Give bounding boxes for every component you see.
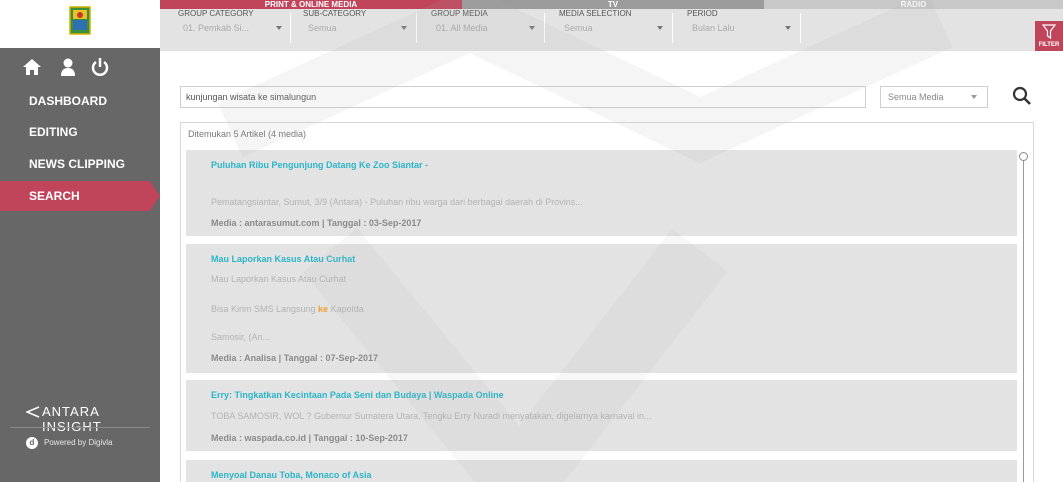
media-select-value: Semua Media (888, 92, 944, 102)
app-root: DASHBOARD EDITING NEWS CLIPPING SEARCH A… (0, 0, 1063, 482)
snippet-text: Bisa Kirim SMS Langsung (211, 304, 319, 314)
brand-text: ANTARA INSIGHT (42, 404, 102, 434)
sub-category-select[interactable]: Semua (303, 19, 415, 37)
filter-label: SUB-CATEGORY (303, 9, 367, 18)
highlighted-keyword: ke (318, 304, 329, 314)
sidebar-item-dashboard[interactable]: DASHBOARD (0, 86, 160, 116)
antara-logo-icon (26, 406, 40, 418)
result-card: Puluhan Ribu Pengunjung Datang Ke Zoo Si… (186, 150, 1017, 236)
home-icon[interactable] (21, 56, 43, 78)
filter-label: PERIOD (687, 9, 718, 18)
tab-print-online-media[interactable]: PRINT & ONLINE MEDIA (160, 0, 462, 9)
result-title[interactable]: Menyoal Danau Toba, Monaco of Asia (211, 470, 372, 480)
select-value: Semua (308, 23, 337, 33)
filter-button[interactable]: FILTER (1035, 21, 1063, 51)
filter-label: GROUP CATEGORY (178, 9, 254, 18)
scrollbar-handle[interactable] (1019, 152, 1028, 161)
select-value: 01. Pemkab Si... (183, 23, 250, 33)
result-card: Erry: Tingkatkan Kecintaan Pada Seni dan… (186, 380, 1017, 451)
tab-tv[interactable]: TV (462, 0, 764, 9)
power-icon[interactable] (89, 56, 111, 78)
filter-label: GROUP MEDIA (431, 9, 488, 18)
filter-group-category: GROUP CATEGORY 01. Pemkab Si... (174, 9, 294, 51)
result-meta: Media : waspada.co.id | Tanggal : 10-Sep… (211, 433, 408, 443)
filter-sub-category: SUB-CATEGORY Semua (299, 9, 419, 51)
powered-by: d Powered by Digivla (26, 436, 156, 450)
sidebar-icon-row (0, 56, 160, 80)
sidebar-item-editing[interactable]: EDITING (0, 117, 160, 147)
period-select[interactable]: Bulan Lalu (687, 19, 799, 37)
select-value: Semua (564, 23, 593, 33)
result-meta: Media : antarasumut.com | Tanggal : 03-S… (211, 218, 422, 228)
filter-divider (290, 13, 291, 43)
result-snippet: TOBA SAMOSIR, WOL ? Gubernur Sumatera Ut… (211, 411, 652, 421)
result-title[interactable]: Erry: Tingkatkan Kecintaan Pada Seni dan… (211, 390, 504, 400)
group-category-select[interactable]: 01. Pemkab Si... (178, 19, 290, 37)
tab-radio[interactable]: RADIO (764, 0, 1063, 9)
group-media-select[interactable]: 01. All Media (431, 19, 543, 37)
result-card: Menyoal Danau Toba, Monaco of Asia (186, 460, 1017, 482)
result-title[interactable]: Mau Laporkan Kasus Atau Curhat (211, 254, 355, 264)
result-snippet-line: Bisa Kirim SMS Langsung ke Kapolda (211, 304, 364, 314)
result-snippet: Pematangsiantar, Sumut, 3/9 (Antara) - P… (211, 197, 583, 207)
chevron-down-icon (401, 26, 407, 30)
search-input[interactable] (180, 86, 866, 108)
media-selection-select[interactable]: Semua (559, 19, 671, 37)
sidebar-item-news-clipping[interactable]: NEWS CLIPPING (0, 149, 160, 179)
logo-area (0, 0, 160, 48)
results-count: Ditemukan 5 Artikel (4 media) (188, 129, 307, 139)
chevron-down-icon (971, 95, 977, 99)
filter-divider (800, 13, 801, 43)
chevron-down-icon (785, 26, 791, 30)
filter-label: MEDIA SELECTION (559, 9, 632, 18)
result-title[interactable]: Puluhan Ribu Pengunjung Datang Ke Zoo Si… (211, 160, 428, 170)
regency-logo-icon (69, 6, 91, 35)
media-type-select[interactable]: Semua Media (880, 86, 988, 108)
result-snippet-line: Samosir, (An... (211, 332, 271, 342)
scrollbar-track[interactable] (1023, 157, 1024, 482)
results-panel: Ditemukan 5 Artikel (4 media) Puluhan Ri… (180, 122, 1034, 482)
sidebar-item-search[interactable]: SEARCH (0, 181, 160, 211)
select-value: Bulan Lalu (692, 23, 735, 33)
antara-insight-brand: ANTARA INSIGHT (26, 404, 156, 434)
user-icon[interactable] (57, 56, 79, 78)
filter-group-media: GROUP MEDIA 01. All Media (427, 9, 547, 51)
snippet-text: Kapolda (328, 304, 364, 314)
sidebar: DASHBOARD EDITING NEWS CLIPPING SEARCH A… (0, 0, 160, 482)
media-tabs: PRINT & ONLINE MEDIA TV RADIO (160, 0, 1063, 9)
filter-divider (544, 13, 545, 43)
digivla-icon: d (26, 437, 38, 449)
filter-media-selection: MEDIA SELECTION Semua (555, 9, 675, 51)
filter-button-label: FILTER (1038, 42, 1060, 48)
result-snippet-line: Mau Laporkan Kasus Atau Curhat (211, 274, 347, 284)
result-meta: Media : Analisa | Tanggal : 07-Sep-2017 (211, 353, 379, 363)
filter-divider (416, 13, 417, 43)
filter-bar: GROUP CATEGORY 01. Pemkab Si... SUB-CATE… (160, 9, 1063, 51)
search-icon[interactable] (1010, 84, 1034, 108)
chevron-down-icon (657, 26, 663, 30)
powered-by-text: Powered by Digivla (44, 438, 113, 447)
filter-divider (672, 13, 673, 43)
result-card: Mau Laporkan Kasus Atau Curhat Mau Lapor… (186, 244, 1017, 373)
chevron-down-icon (276, 26, 282, 30)
filter-period: PERIOD Bulan Lalu (683, 9, 803, 51)
sidebar-divider (10, 427, 150, 428)
filter-icon (1042, 24, 1056, 40)
chevron-down-icon (529, 26, 535, 30)
select-value: 01. All Media (436, 23, 488, 33)
